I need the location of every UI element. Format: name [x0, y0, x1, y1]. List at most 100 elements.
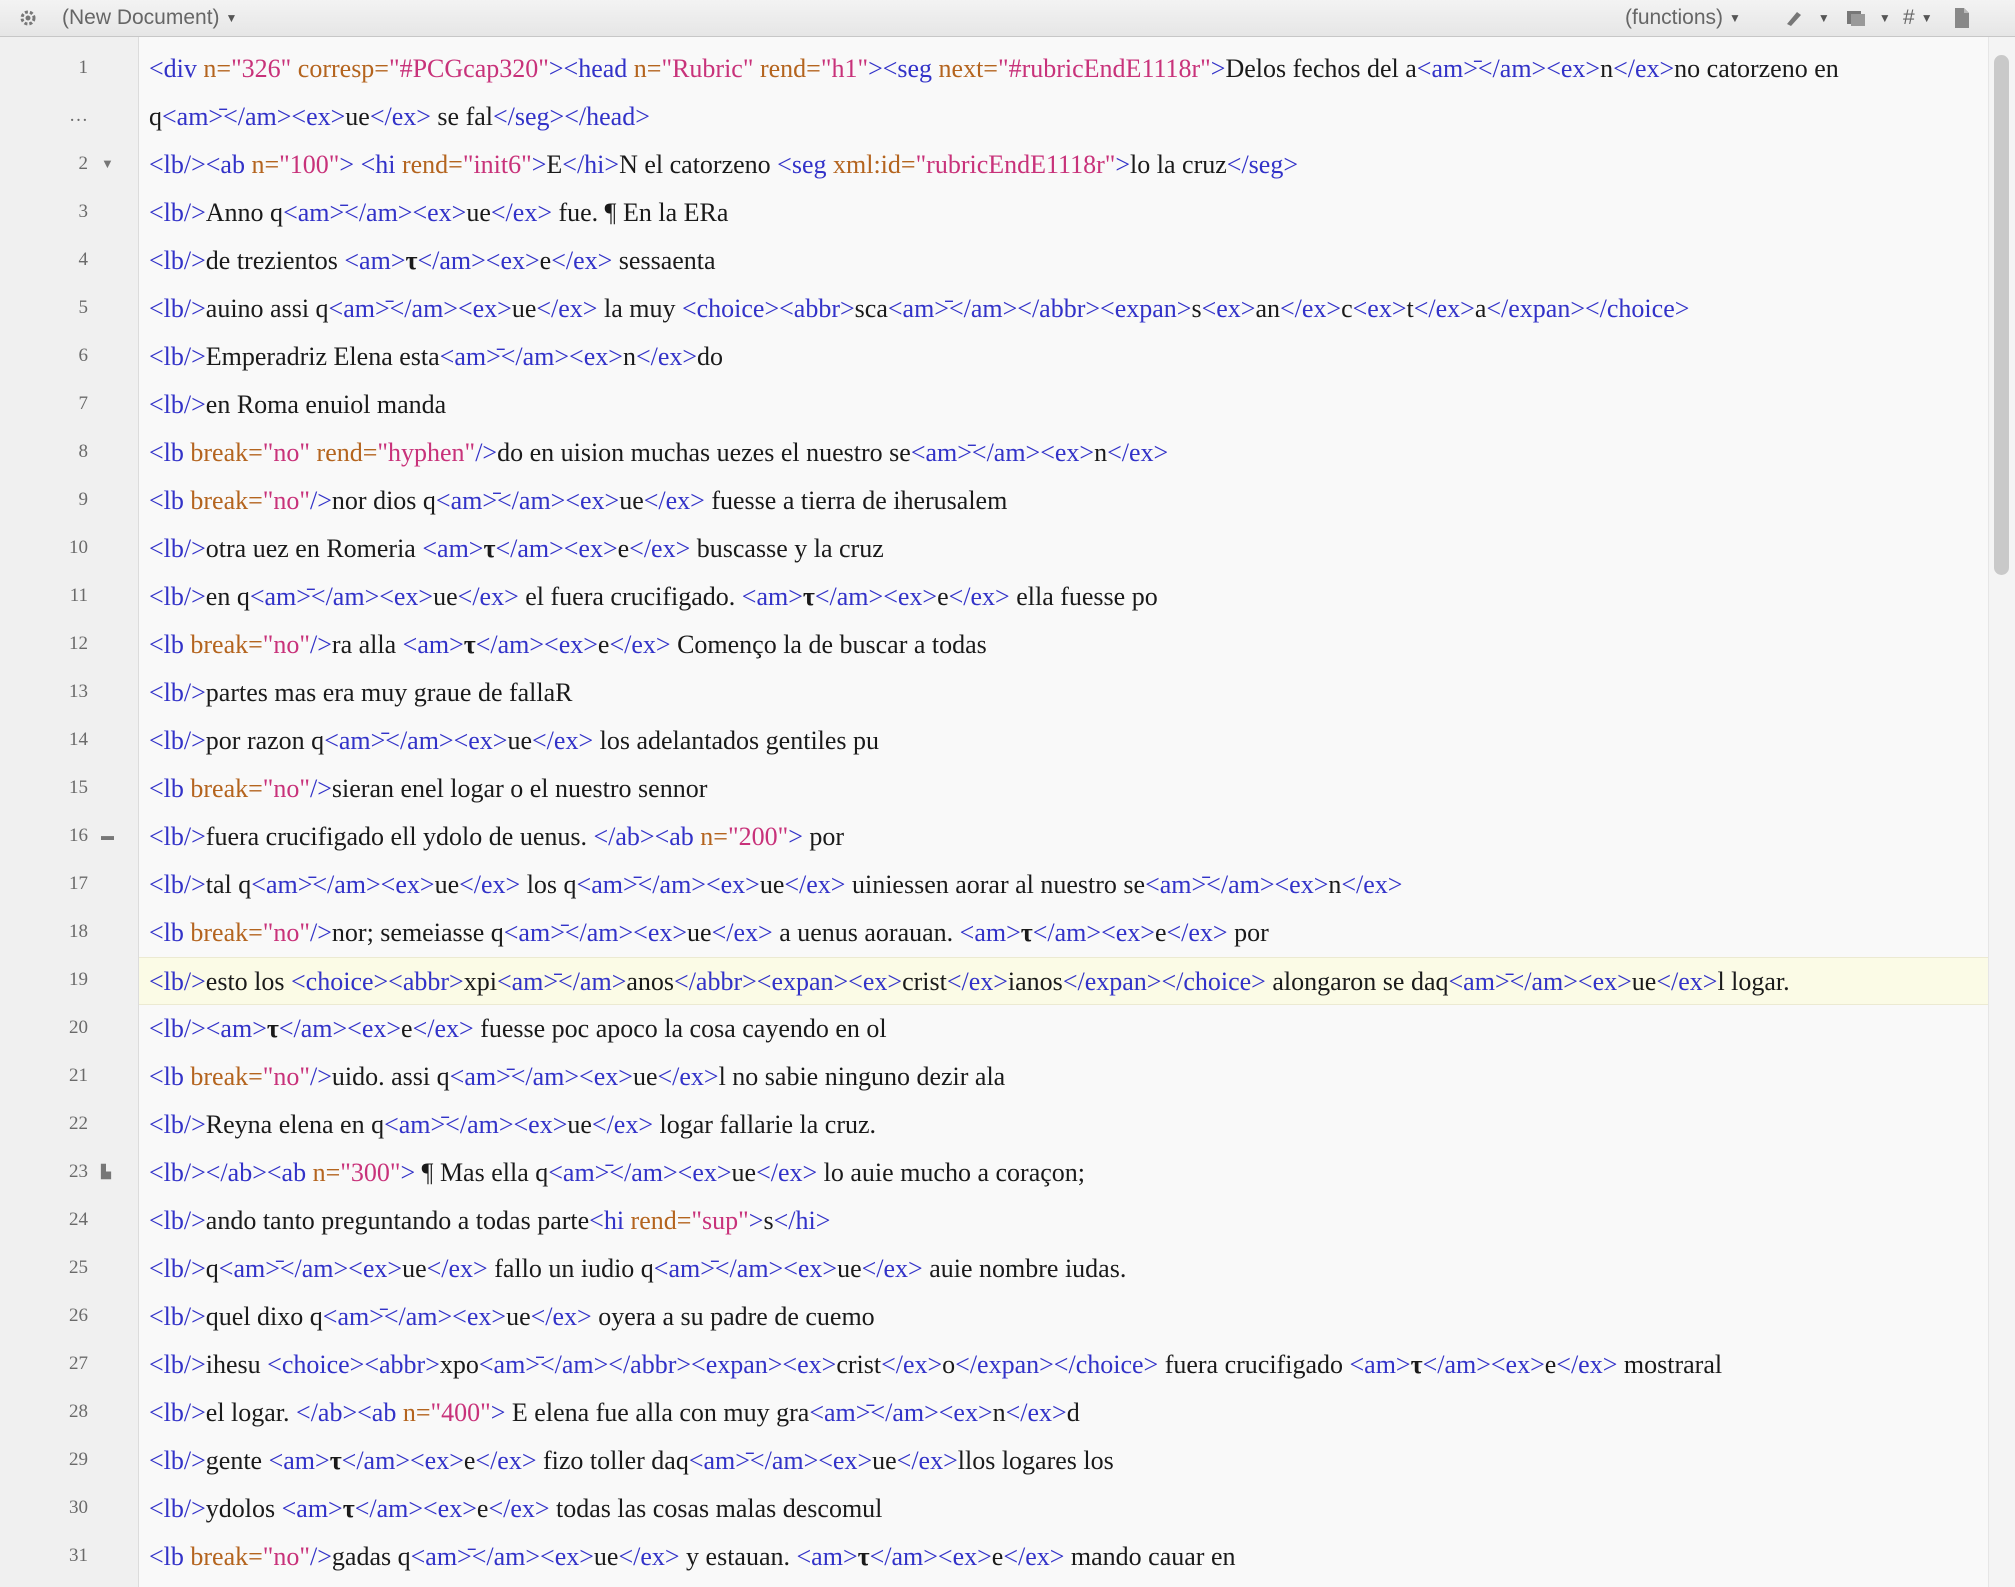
- code-line[interactable]: <lb break="no"/>uido. assi q<am>̄</am><e…: [139, 1053, 1988, 1101]
- code-line[interactable]: <lb break="no"/>nor; semeiasse q<am>̄</a…: [139, 909, 1988, 957]
- line-number: 2: [78, 153, 89, 174]
- text-run: e: [401, 1014, 413, 1043]
- text-run: n: [992, 1398, 1006, 1427]
- code-line[interactable]: <lb break="no"/>nor dios q<am>̄</am><ex>…: [139, 477, 1988, 525]
- text-run: e: [463, 1446, 476, 1475]
- code-line[interactable]: <lb/><am>τ</am><ex>e</ex> fuesse poc apo…: [139, 1005, 1988, 1053]
- text-run: ue: [434, 870, 460, 899]
- navigation-menu[interactable]: # ▼: [1903, 0, 1933, 36]
- xml-tag: <am>: [402, 630, 464, 659]
- xml-tag: <am>̄</am><ex>: [1448, 967, 1632, 996]
- scrollbar-thumb[interactable]: [1994, 55, 2009, 575]
- gear-icon[interactable]: [18, 0, 38, 36]
- code-line[interactable]: <lb/>partes mas era muy graue de fallaR: [139, 669, 1988, 717]
- markup-menu[interactable]: ▼: [1784, 0, 1830, 36]
- fold-toggle-icon[interactable]: ▙: [101, 1164, 111, 1180]
- xml-attribute-name: break=: [190, 918, 263, 947]
- xml-tag: <lb: [149, 918, 191, 947]
- xml-attribute-value: "h1": [820, 54, 869, 83]
- text-run: e: [617, 534, 630, 563]
- xml-tag: <am>̄</am><ex>: [218, 1254, 403, 1283]
- text-run: xpo: [439, 1350, 479, 1379]
- xml-attribute-value: "hyphen": [377, 438, 476, 467]
- code-line[interactable]: <lb/>en Roma enuiol manda: [139, 381, 1988, 429]
- code-line[interactable]: <lb/>gente <am>τ</am><ex>e</ex> fizo tol…: [139, 1437, 1988, 1485]
- code-line[interactable]: <lb break="no" rend="hyphen"/>do en uisi…: [139, 429, 1988, 477]
- line-number: 20: [69, 1017, 88, 1038]
- code-line[interactable]: <lb break="no"/>ra alla <am>τ</am><ex>e<…: [139, 621, 1988, 669]
- text-run: ue: [402, 1254, 427, 1283]
- code-line[interactable]: <lb/>Reyna elena en q<am>̄</am><ex>ue</e…: [139, 1101, 1988, 1149]
- xml-tag: </seg></head>: [493, 102, 650, 131]
- code-line[interactable]: <lb break="no"/>gadas q<am>̄</am><ex>ue<…: [139, 1533, 1988, 1581]
- code-line[interactable]: <lb/>auino assi q<am>̄</am><ex>ue</ex> l…: [139, 285, 1988, 333]
- code-line[interactable]: <lb/>otra uez en Romeria <am>τ</am><ex>e…: [139, 525, 1988, 573]
- code-line[interactable]: <lb/>en q<am>̄</am><ex>ue</ex> el fuera …: [139, 573, 1988, 621]
- xml-tag: </am><ex>: [278, 1014, 402, 1043]
- code-line[interactable]: <lb/>quel dixo q<am>̄</am><ex>ue</ex> oy…: [139, 1293, 1988, 1341]
- code-line[interactable]: <lb/>por razon q<am>̄</am><ex>ue</ex> lo…: [139, 717, 1988, 765]
- xml-attribute-value: "#rubricEndE1118r": [997, 54, 1211, 83]
- code-line[interactable]: <lb/>de trezientos <am>τ</am><ex>e</ex> …: [139, 237, 1988, 285]
- code-line[interactable]: <lb/>ydolos <am>τ</am><ex>e</ex> todas l…: [139, 1485, 1988, 1533]
- xml-tag: </ex>: [861, 1254, 923, 1283]
- line-number: 17: [69, 873, 88, 894]
- xml-tag: </ex>: [1341, 870, 1403, 899]
- xml-tag: >: [788, 822, 803, 851]
- text-run: fuera crucifigado: [1158, 1350, 1350, 1379]
- code-line[interactable]: <lb/>fuera crucifigado ell ydolo de uenu…: [139, 813, 1988, 861]
- code-line[interactable]: <lb/>ando tanto preguntando a todas part…: [139, 1197, 1988, 1245]
- line-number-gutter: 1 … 2 ▼ 3 4 5 6 7 8 9 10 11 12 13 14 15 16 ▬ 17 18 19 20 21 22 23…: [0, 37, 139, 1587]
- text-run: E: [546, 150, 563, 179]
- functions-menu[interactable]: (functions) ▼: [1625, 0, 1741, 36]
- code-line[interactable]: <lb/>Emperadriz Elena esta<am>̄</am><ex>…: [139, 333, 1988, 381]
- xml-tag: </am><ex>: [869, 1542, 992, 1571]
- code-line[interactable]: <lb/><ab n="100"> <hi rend="init6">E</hi…: [139, 141, 1988, 189]
- xml-tag: <am>̄</am><ex>: [653, 1254, 838, 1283]
- xml-tag: <am>̄</am><ex>: [1145, 870, 1329, 899]
- code-line[interactable]: <lb/>el logar. </ab><ab n="400"> E elena…: [139, 1389, 1988, 1437]
- xml-tag: </ex>: [1613, 54, 1675, 83]
- document-icon[interactable]: [1953, 0, 1971, 36]
- text-run: ue: [687, 918, 712, 947]
- functions-menu-label: (functions): [1625, 6, 1724, 29]
- code-line[interactable]: <div n="326" corresp="#PCGcap320"><head …: [139, 45, 1988, 93]
- xml-attribute-name: corresp=: [291, 54, 389, 83]
- code-line[interactable]: <lb/>ihesu <choice><abbr>xpo<am>̄</am></…: [139, 1341, 1988, 1389]
- line-number: 4: [78, 249, 89, 270]
- text-run: fallo un iudio q: [487, 1254, 654, 1283]
- xml-attribute-name: n=: [251, 150, 280, 179]
- text-run: todas las cosas malas descomul: [549, 1494, 883, 1523]
- code-line[interactable]: <lb/>tal q<am>̄</am><ex>ue</ex> los q<am…: [139, 861, 1988, 909]
- text-run: E elena fue alla con muy gra: [505, 1398, 810, 1427]
- document-menu[interactable]: (New Document) ▼: [62, 0, 237, 36]
- code-line[interactable]: q<am>̄</am><ex>ue</ex> se fal</seg></hea…: [139, 93, 1988, 141]
- bookmark-menu[interactable]: ▼: [1845, 0, 1891, 36]
- xml-attribute-name: rend=: [401, 150, 463, 179]
- code-line[interactable]: <lb/>q<am>̄</am><ex>ue</ex> fallo un iud…: [139, 1245, 1988, 1293]
- code-editor[interactable]: <div n="326" corresp="#PCGcap320"><head …: [139, 37, 1988, 1587]
- text-run: lo la cruz: [1130, 150, 1227, 179]
- xml-tag: </abbr><expan><ex>: [674, 967, 903, 996]
- line-number: 14: [69, 729, 88, 750]
- text-run: nor dios q: [331, 486, 436, 515]
- xml-tag: </hi>: [773, 1206, 831, 1235]
- text-run: mostraral: [1617, 1350, 1723, 1379]
- fold-toggle-icon[interactable]: ▼: [101, 156, 114, 172]
- code-line[interactable]: <lb/>Anno q<am>̄</am><ex>ue</ex> fue. ¶ …: [139, 189, 1988, 237]
- code-line[interactable]: <lb/>esto los <choice><abbr>xpi<am>̄</am…: [139, 957, 1988, 1005]
- xml-tag: />: [310, 774, 332, 803]
- code-line[interactable]: <lb/></ab><ab n="300"> ¶ Mas ella q<am>̄…: [139, 1149, 1988, 1197]
- text-run: do: [697, 342, 724, 371]
- text-run: ue: [731, 1158, 757, 1187]
- xml-tag: <am>̄</am><ex>: [322, 1302, 507, 1331]
- text-run: otra uez en Romeria: [205, 534, 423, 563]
- line-number: 6: [78, 345, 89, 366]
- code-line[interactable]: <lb break="no"/>sieran enel logar o el n…: [139, 765, 1988, 813]
- text-run: l logar.: [1717, 967, 1790, 996]
- xml-tag: </ex>: [643, 486, 705, 515]
- fold-toggle-icon[interactable]: ▬: [101, 828, 114, 844]
- text-run: τ: [1020, 918, 1033, 947]
- xml-tag: <lb/>: [149, 822, 206, 851]
- xml-tag: </ex>: [1656, 967, 1718, 996]
